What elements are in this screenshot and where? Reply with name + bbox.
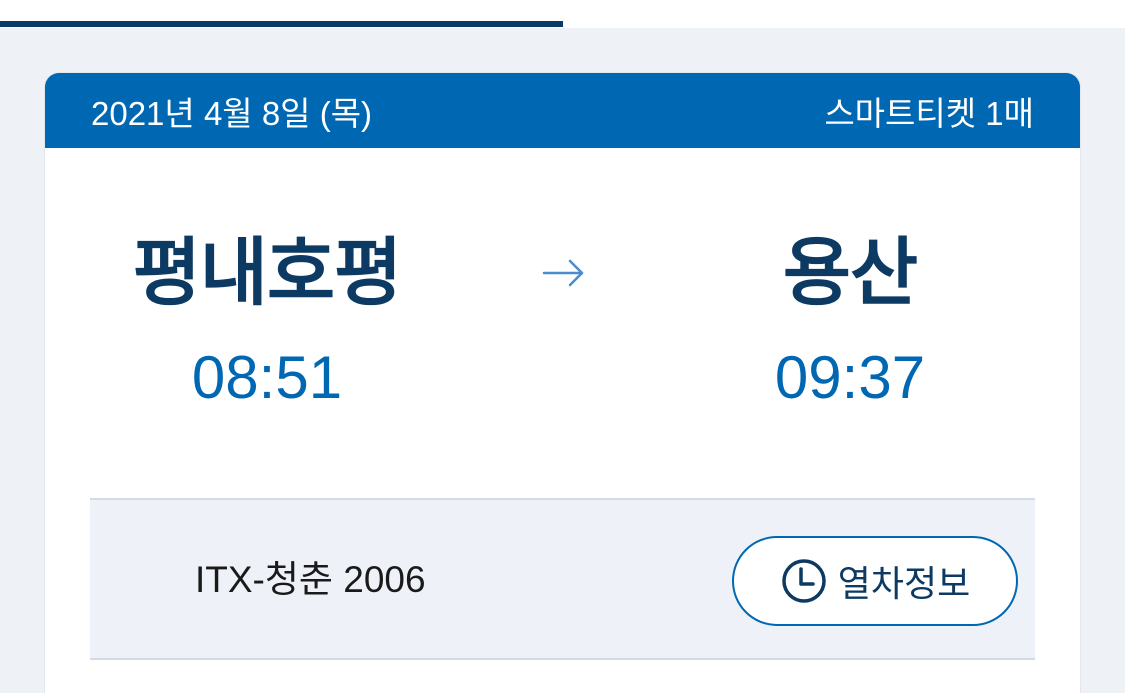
departure-block: 평내호평 08:51 <box>107 223 427 413</box>
train-name: ITX-청춘 2006 <box>195 559 426 600</box>
train-row: ITX-청춘 2006 열차정보 <box>90 498 1035 660</box>
ticket-header: 2021년 4월 8일 (목) 스마트티켓 1매 <box>45 73 1080 148</box>
top-progress-track <box>0 0 1125 28</box>
arrival-station: 용산 <box>782 231 918 314</box>
departure-station: 평내호평 <box>132 231 402 314</box>
top-progress-fill <box>0 21 563 27</box>
arrival-block: 용산 09:37 <box>690 223 1010 413</box>
departure-time: 08:51 <box>191 344 343 411</box>
travel-date: 2021년 4월 8일 (목) <box>91 94 373 132</box>
train-info-button[interactable]: 열차정보 <box>732 536 1018 626</box>
arrival-time: 09:37 <box>774 344 926 411</box>
route-section: 평내호평 08:51 용산 09:37 <box>45 223 1080 423</box>
train-info-label: 열차정보 <box>837 563 971 604</box>
right-arrow-icon <box>542 259 584 287</box>
ticket-type-count: 스마트티켓 1매 <box>824 94 1034 132</box>
ticket-card[interactable]: 2021년 4월 8일 (목) 스마트티켓 1매 평내호평 08:51 용산 0… <box>45 73 1080 693</box>
clock-icon <box>782 559 826 603</box>
